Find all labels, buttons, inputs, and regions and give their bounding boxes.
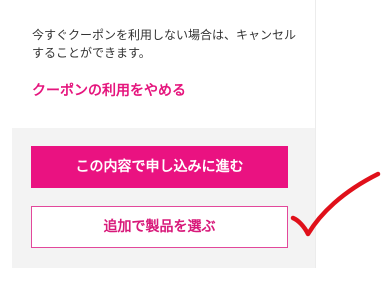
coupon-panel: 今すぐクーポンを利用しない場合は、キャンセルすることができます。 クーポンの利用… (12, 0, 315, 268)
proceed-to-application-button[interactable]: この内容で申し込みに進む (31, 146, 288, 188)
coupon-notice-text: 今すぐクーポンを利用しない場合は、キャンセルすることができます。 (32, 28, 297, 60)
add-product-button[interactable]: 追加で製品を選ぶ (31, 206, 288, 248)
red-checkmark-icon (290, 171, 381, 237)
page: 今すぐクーポンを利用しない場合は、キャンセルすることができます。 クーポンの利用… (0, 0, 387, 287)
coupon-notice-box: 今すぐクーポンを利用しない場合は、キャンセルすることができます。 クーポンの利用… (12, 0, 315, 128)
cancel-coupon-link[interactable]: クーポンの利用をやめる (32, 81, 186, 101)
